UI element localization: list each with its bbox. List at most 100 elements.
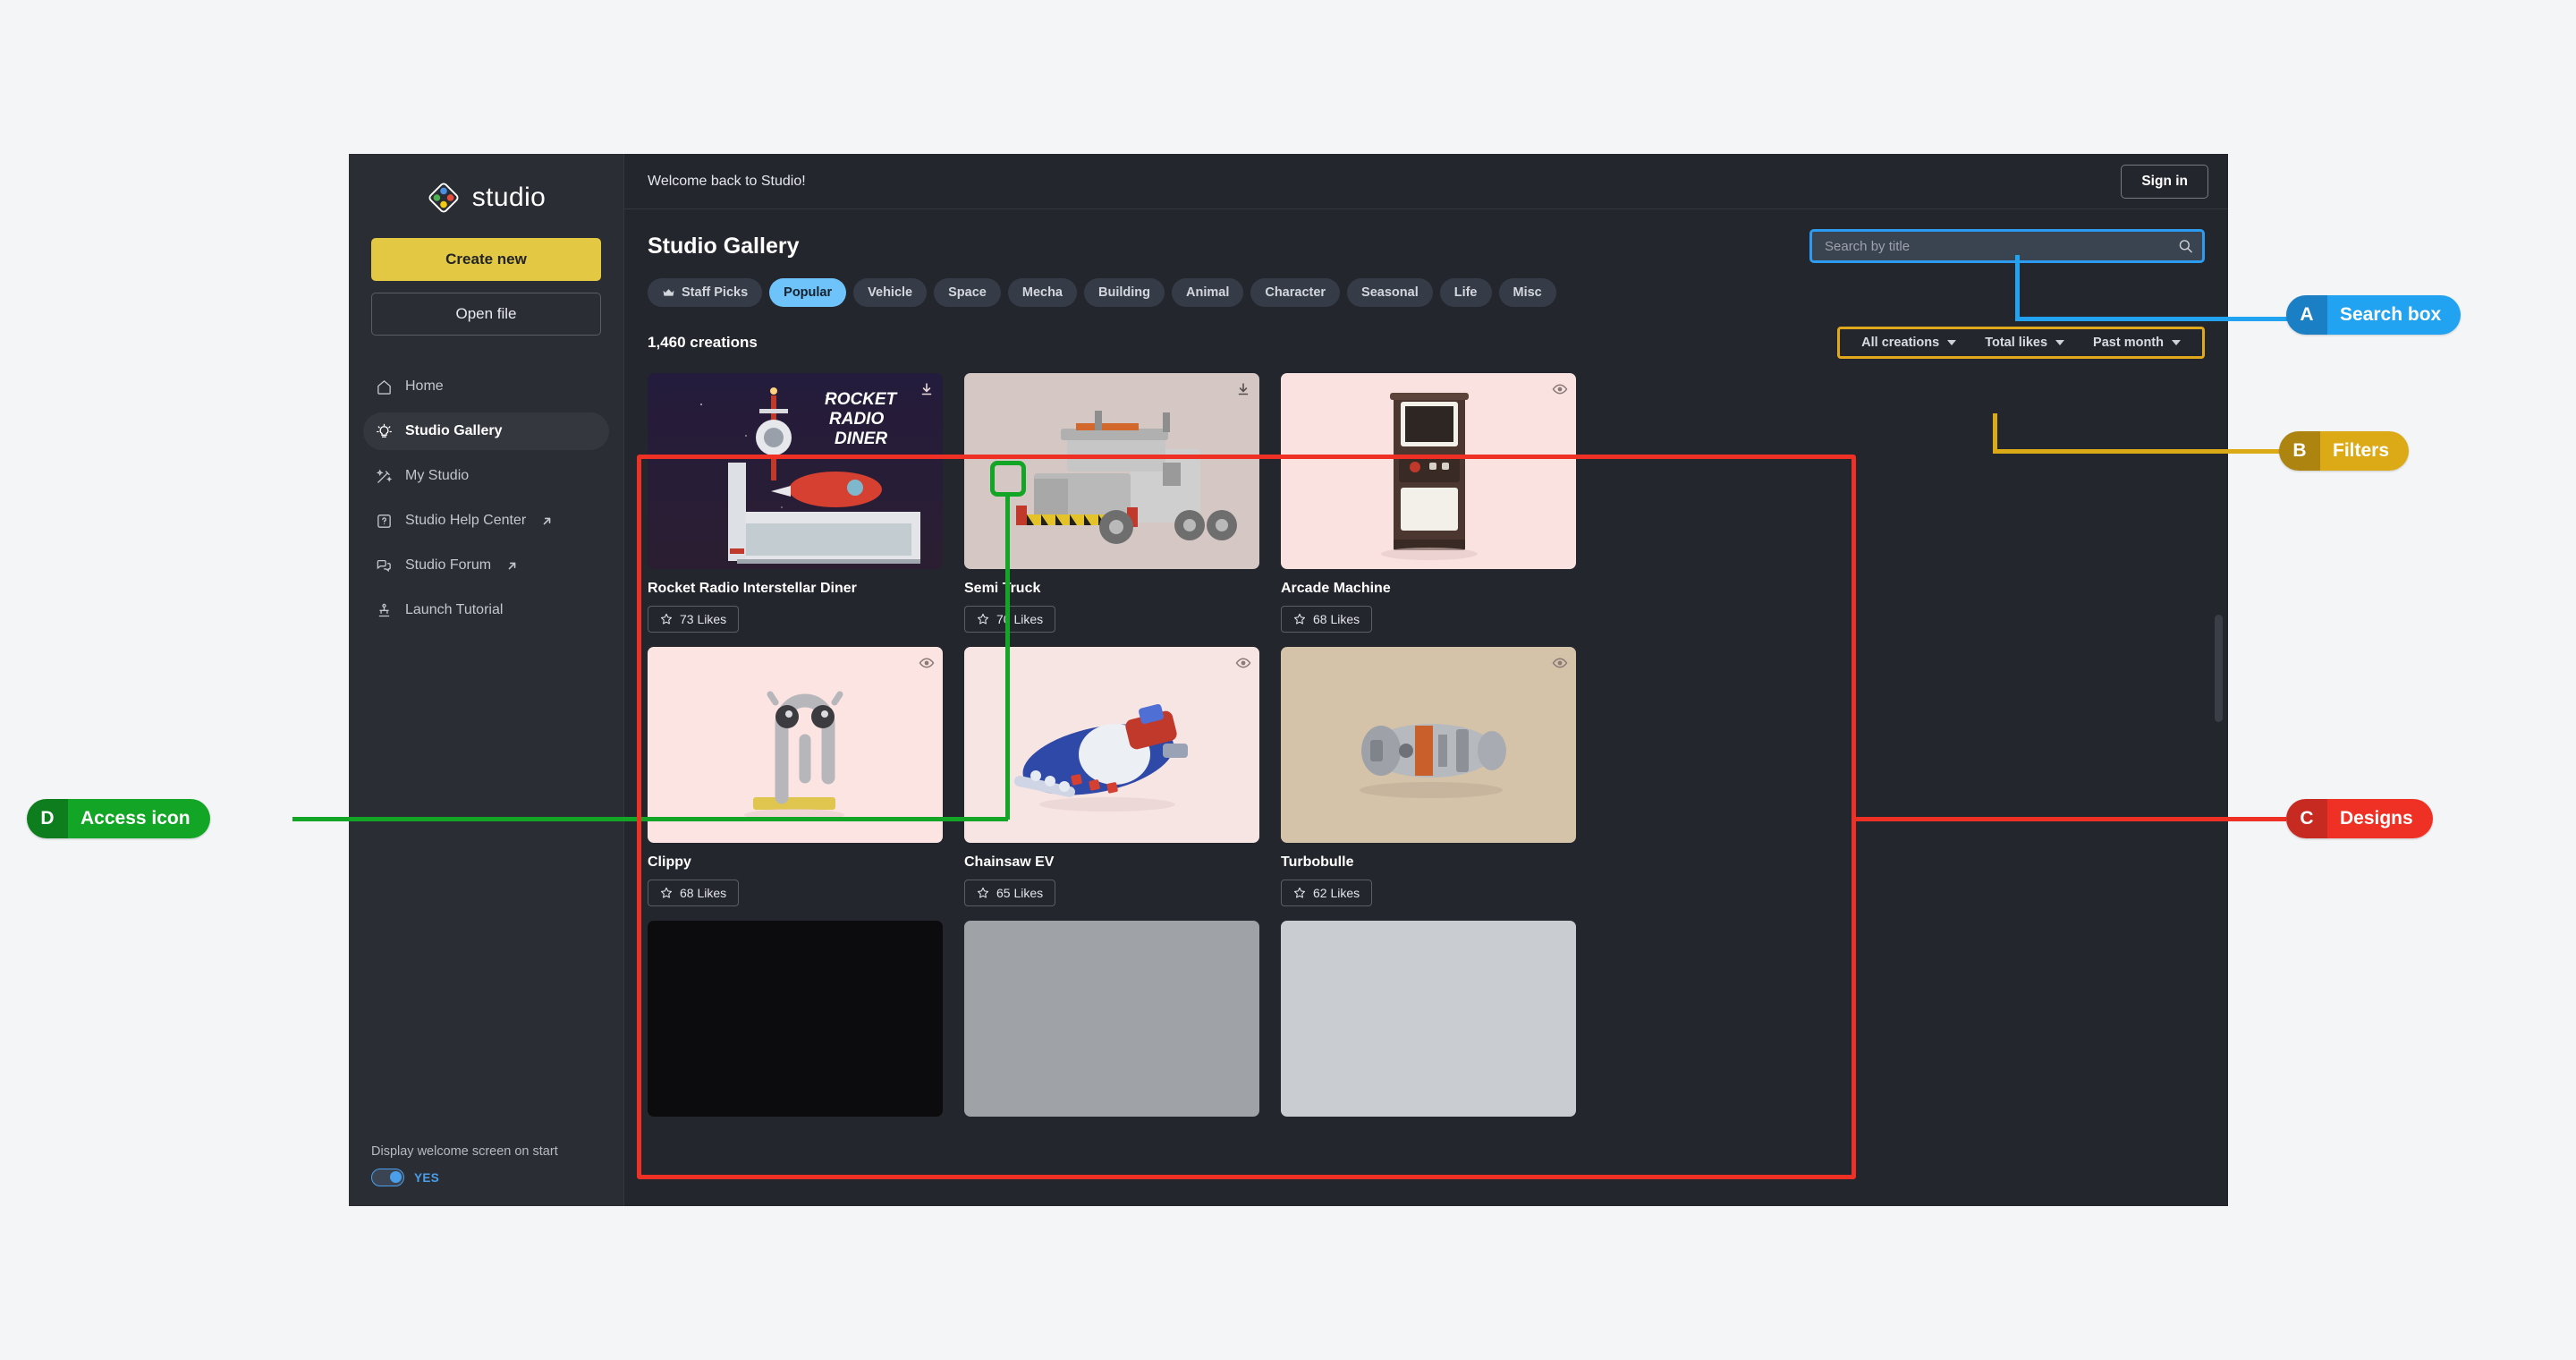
sidebar-actions: Create new Open file	[349, 238, 623, 336]
likes-count: 68 Likes	[680, 886, 727, 900]
creation-title: Chainsaw EV	[964, 854, 1055, 870]
search-input[interactable]	[1809, 229, 2205, 263]
leader-line-access-icon-h	[292, 817, 1008, 821]
svg-text:ROCKET: ROCKET	[825, 390, 898, 409]
chip-space[interactable]: Space	[934, 278, 1001, 307]
chip-label: Staff Picks	[682, 285, 749, 300]
annotation-label: Designs	[2327, 799, 2433, 838]
chip-staff-picks[interactable]: Staff Picks	[648, 278, 763, 307]
logo-text: studio	[471, 183, 547, 212]
sidebar-item-label: Studio Forum	[405, 557, 492, 573]
likes-button[interactable]: 73 Likes	[648, 606, 740, 633]
filter-label: All creations	[1861, 336, 1940, 350]
eye-icon[interactable]	[1552, 655, 1568, 671]
sidebar-item-launch-tutorial[interactable]: Launch Tutorial	[363, 591, 609, 629]
welcome-message: Welcome back to Studio!	[648, 173, 806, 189]
creation-thumbnail[interactable]	[1281, 373, 1576, 569]
eye-icon[interactable]	[919, 655, 935, 671]
creations-count: 1,460 creations	[648, 334, 758, 351]
creation-thumbnail[interactable]	[648, 921, 943, 1117]
sidebar-item-home[interactable]: Home	[363, 368, 609, 405]
sidebar-item-studio-gallery[interactable]: Studio Gallery	[363, 412, 609, 450]
chip-label: Character	[1265, 285, 1326, 300]
chip-misc[interactable]: Misc	[1498, 278, 1556, 307]
eye-icon[interactable]	[1552, 381, 1568, 397]
filter-label: Past month	[2093, 336, 2164, 350]
download-icon[interactable]	[919, 381, 935, 397]
welcome-screen-toggle-row: YES	[371, 1169, 601, 1186]
wand-icon	[376, 468, 393, 483]
chip-label: Space	[948, 285, 987, 300]
creation-thumbnail[interactable]	[648, 647, 943, 843]
chip-label: Vehicle	[868, 285, 913, 300]
likes-button[interactable]: 65 Likes	[964, 880, 1056, 906]
creation-card[interactable]: Clippy 68 Likes	[648, 647, 943, 906]
sidebar-item-label: Studio Help Center	[405, 513, 527, 528]
create-new-button[interactable]: Create new	[371, 238, 601, 281]
chevron-down-icon	[1947, 340, 1957, 345]
chip-building[interactable]: Building	[1084, 278, 1165, 307]
creation-card[interactable]: Arcade Machine 68 Likes	[1281, 373, 1576, 633]
page-title: Studio Gallery	[648, 233, 800, 259]
creation-title: Clippy	[648, 854, 691, 870]
star-icon	[660, 613, 673, 625]
category-chip-list: Staff Picks Popular Vehicle Space Mecha …	[624, 263, 2228, 307]
toggle-value-label: YES	[414, 1170, 440, 1185]
sidebar-item-studio-forum[interactable]: Studio Forum	[363, 547, 609, 584]
chip-seasonal[interactable]: Seasonal	[1347, 278, 1433, 307]
creation-card[interactable]	[648, 921, 943, 1117]
sidebar-item-my-studio[interactable]: My Studio	[363, 457, 609, 495]
arcade-machine-image	[1281, 373, 1576, 569]
sidebar-item-label: Home	[405, 378, 444, 394]
search-container	[1809, 229, 2205, 263]
filter-all-creations[interactable]: All creations	[1847, 331, 1970, 354]
gallery-scrollbar-thumb[interactable]	[2215, 615, 2223, 722]
download-icon[interactable]	[1235, 381, 1251, 397]
chip-popular[interactable]: Popular	[769, 278, 847, 307]
open-file-button[interactable]: Open file	[371, 293, 601, 336]
likes-count: 68 Likes	[1313, 612, 1360, 626]
chip-label: Mecha	[1021, 285, 1063, 300]
chip-mecha[interactable]: Mecha	[1007, 278, 1077, 307]
chip-character[interactable]: Character	[1250, 278, 1341, 307]
svg-text:DINER: DINER	[835, 429, 887, 448]
likes-button[interactable]: 70 Likes	[964, 606, 1056, 633]
likes-button[interactable]: 62 Likes	[1281, 880, 1373, 906]
likes-button[interactable]: 68 Likes	[1281, 606, 1373, 633]
annotation-label: Access icon	[68, 799, 210, 838]
filter-past-month[interactable]: Past month	[2079, 331, 2195, 354]
leader-line-filters-h	[1993, 449, 2285, 454]
top-bar: Welcome back to Studio! Sign in	[624, 154, 2228, 209]
gallery-scroll-area[interactable]: ROCKET RADIO DINER Rocket Radio Interste…	[624, 373, 2228, 1206]
sign-in-button[interactable]: Sign in	[2121, 164, 2208, 199]
creation-thumbnail[interactable]: ROCKET RADIO DINER	[648, 373, 943, 569]
leader-line-access-icon	[1005, 495, 1010, 820]
creation-thumbnail[interactable]	[1281, 921, 1576, 1117]
chip-life[interactable]: Life	[1439, 278, 1492, 307]
annotation-access-icon: D Access icon	[27, 799, 210, 838]
chip-animal[interactable]: Animal	[1172, 278, 1244, 307]
filter-total-likes[interactable]: Total likes	[1970, 331, 2079, 354]
chat-bubbles-icon	[377, 559, 391, 572]
welcome-screen-toggle[interactable]	[371, 1169, 404, 1186]
creation-thumbnail[interactable]	[964, 921, 1259, 1117]
filter-label: Total likes	[1985, 336, 2048, 350]
creation-thumbnail[interactable]	[1281, 647, 1576, 843]
chip-label: Popular	[784, 285, 833, 300]
sidebar-item-studio-help-center[interactable]: Studio Help Center	[363, 502, 609, 540]
sidebar: studio Create new Open file Home Studio …	[349, 154, 624, 1206]
likes-button[interactable]: 68 Likes	[648, 880, 740, 906]
creation-card[interactable]: Turbobulle 62 Likes	[1281, 647, 1576, 906]
creation-image	[1281, 921, 1576, 1117]
gallery-meta-row: 1,460 creations All creations Total like…	[624, 307, 2228, 359]
creation-card[interactable]: ROCKET RADIO DINER Rocket Radio Interste…	[648, 373, 943, 633]
studio-app-window: studio Create new Open file Home Studio …	[349, 154, 2228, 1206]
annotation-letter: A	[2286, 295, 2327, 335]
likes-count: 65 Likes	[996, 886, 1044, 900]
creation-card[interactable]	[964, 921, 1259, 1117]
leader-line-designs	[1852, 817, 2286, 821]
chip-vehicle[interactable]: Vehicle	[853, 278, 928, 307]
eye-icon[interactable]	[1235, 655, 1251, 671]
creation-card[interactable]	[1281, 921, 1576, 1117]
sidebar-footer: Display welcome screen on start YES	[349, 1144, 623, 1206]
